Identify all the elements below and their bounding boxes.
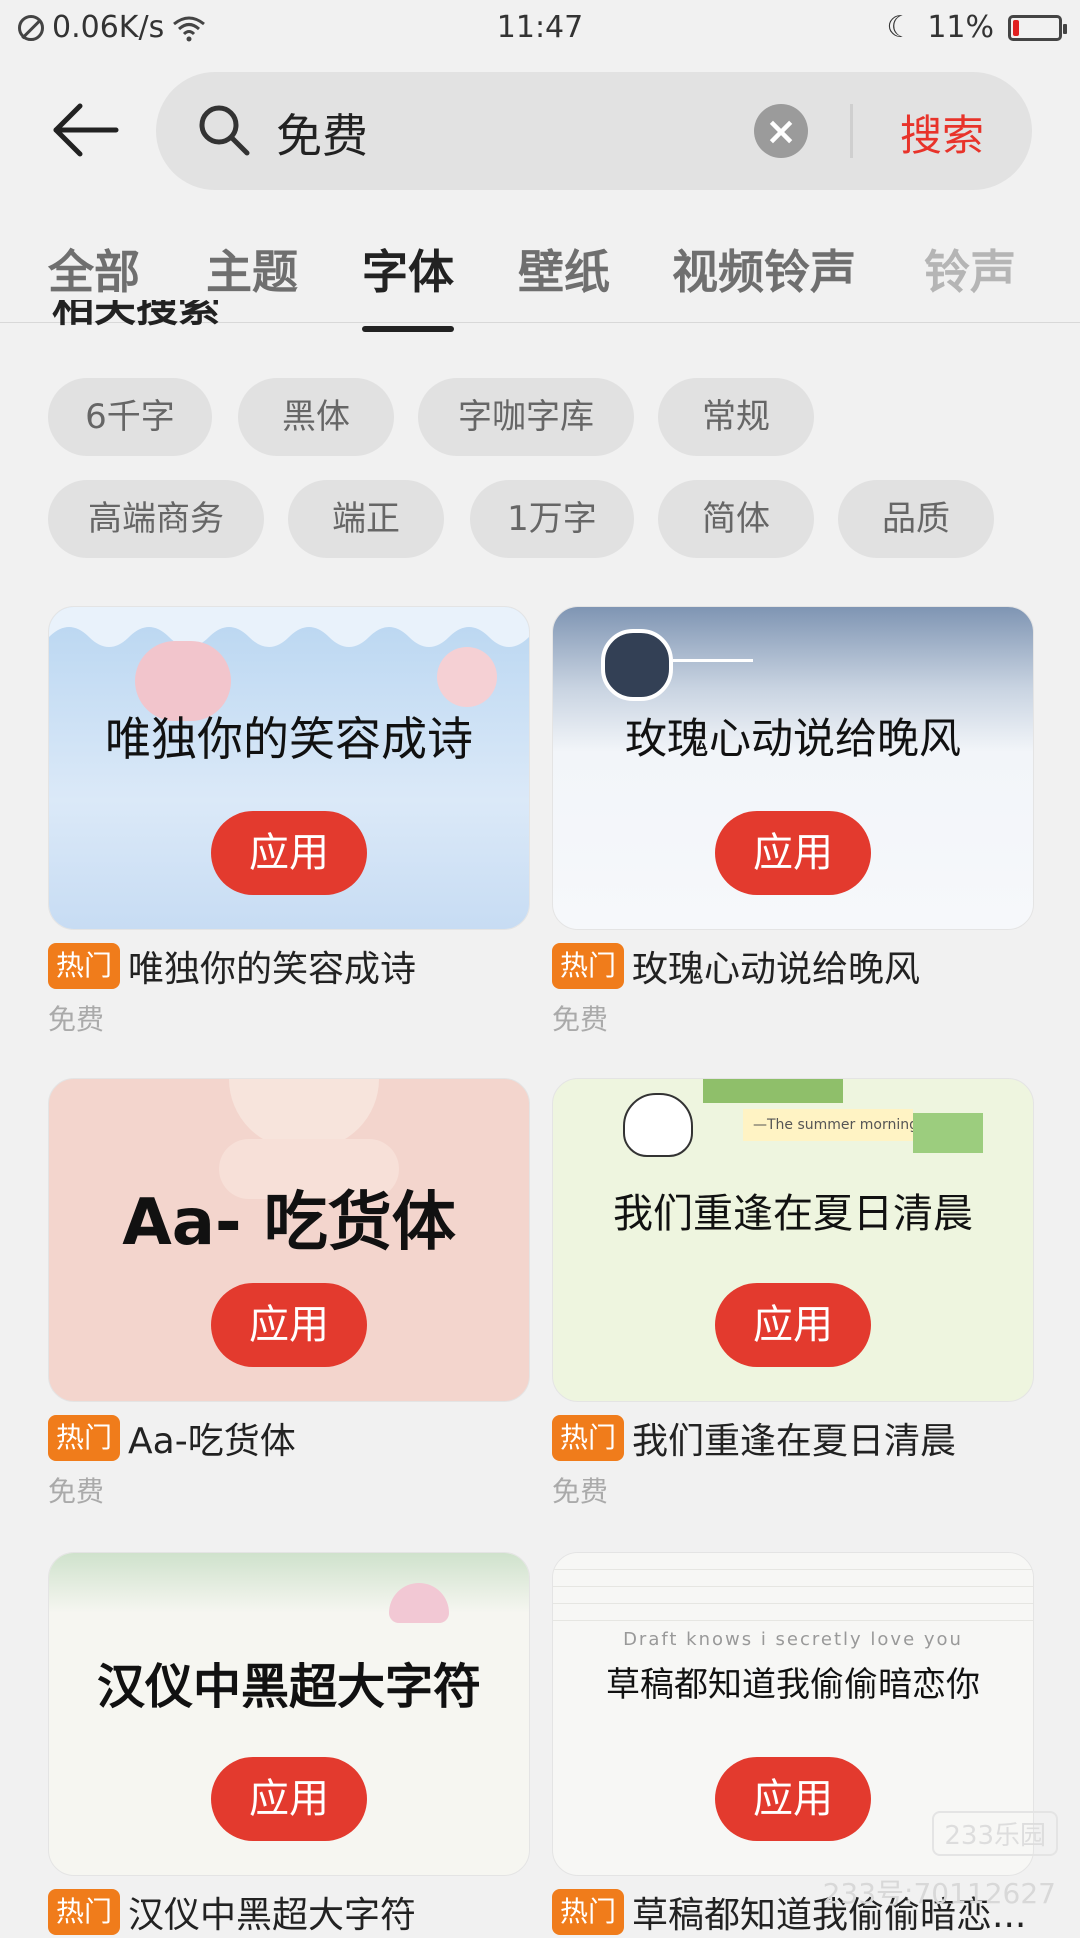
apply-button[interactable]: 应用 [211,1283,367,1367]
chip-business[interactable]: 高端商务 [48,480,264,558]
font-preview-text: Aa- 吃货体 [122,1186,456,1260]
draft-paper-image [553,1553,1033,1633]
chip-upright[interactable]: 端正 [288,480,444,558]
hot-badge: 热门 [48,943,121,989]
font-meta-4: 热门 我们重逢在夏日清晨 免费 [552,1412,1052,1510]
leaves-image [703,1079,843,1103]
search-button[interactable]: 搜索 [900,102,984,163]
apply-button[interactable]: 应用 [715,1283,871,1367]
moon-icon: ☾ [886,10,914,45]
font-card-3[interactable]: Aa- 吃货体 应用 [48,1078,530,1402]
font-name[interactable]: 汉仪中黑超大字符 [128,1886,416,1938]
chip-heiti[interactable]: 黑体 [238,378,394,456]
apply-button[interactable]: 应用 [715,811,871,895]
hot-badge: 热门 [48,1889,121,1935]
status-right: ☾ 11% [886,10,1067,45]
tab-video-ringtone[interactable]: 视频铃声 [672,236,856,302]
apply-button[interactable]: 应用 [211,1757,367,1841]
font-price: 免费 [552,1003,609,1036]
font-name[interactable]: 我们重逢在夏日清晨 [632,1412,956,1464]
font-price: 免费 [48,1475,105,1508]
active-tab-indicator [362,326,454,332]
font-meta-3: 热门 Aa-吃货体 免费 [48,1412,548,1510]
chip-quality[interactable]: 品质 [838,480,994,558]
clover-image [913,1113,983,1153]
chip-zika[interactable]: 字咖字库 [418,378,634,456]
font-name[interactable]: 玫瑰心动说给晚风 [632,940,920,992]
tab-ringtone[interactable]: 铃声 [924,236,1016,302]
related-search-heading: 相关搜索 [52,300,221,328]
battery-icon [1008,14,1067,41]
music-avatar [601,629,673,701]
font-card-1[interactable]: 唯独你的笑容成诗 应用 [48,606,530,930]
font-preview-text: 汉仪中黑超大字符 [96,1659,481,1715]
draft-subtitle: Draft knows i secretly love you [623,1629,963,1650]
hot-badge: 热门 [552,1415,625,1461]
font-meta-1: 热门 唯独你的笑容成诗 免费 [48,940,548,1038]
cat-image [623,1093,693,1157]
font-name[interactable]: 唯独你的笑容成诗 [128,940,416,992]
chip-regular[interactable]: 常规 [658,378,814,456]
hot-badge: 热门 [48,1415,121,1461]
tab-wallpaper[interactable]: 壁纸 [518,236,610,302]
chip-6k-chars[interactable]: 6千字 [48,378,212,456]
progress-line [673,659,753,662]
clear-icon[interactable]: × [754,104,808,158]
font-price: 免费 [48,1003,105,1036]
summer-morning-note: —The summer morning [743,1109,918,1141]
apply-button[interactable]: 应用 [211,811,367,895]
font-meta-5: 热门 汉仪中黑超大字符 [48,1886,548,1938]
watermark-logo: 233乐园 [932,1811,1058,1856]
battery-percent: 11% [927,10,994,45]
hot-badge: 热门 [552,943,625,989]
font-card-4[interactable]: —The summer morning 我们重逢在夏日清晨 应用 [552,1078,1034,1402]
hot-badge: 热门 [552,1889,625,1935]
chip-10k-chars[interactable]: 1万字 [470,480,634,558]
tab-all[interactable]: 全部 [48,236,140,302]
chip-simplified[interactable]: 简体 [658,480,814,558]
font-meta-2: 热门 玫瑰心动说给晚风 免费 [552,940,1052,1038]
search-divider [850,104,853,158]
font-preview-text: 唯独你的笑容成诗 [105,712,473,766]
font-preview-text: 草稿都知道我偷偷暗恋你 [606,1665,980,1705]
font-card-5[interactable]: 汉仪中黑超大字符 应用 [48,1552,530,1876]
font-name[interactable]: Aa-吃货体 [128,1412,296,1464]
font-preview-text: 玫瑰心动说给晚风 [624,714,961,763]
tab-theme[interactable]: 主题 [206,236,298,302]
font-card-2[interactable]: 玫瑰心动说给晚风 应用 [552,606,1034,930]
status-bar: 0.06K/s 11:47 ☾ 11% [0,0,1080,58]
bubble-image [437,647,497,707]
lotus-image [49,1553,529,1613]
font-price: 免费 [552,1475,609,1508]
search-bar[interactable]: 免费 × 搜索 [156,72,1032,190]
tab-font[interactable]: 字体 [362,236,454,332]
font-preview-text: 我们重逢在夏日清晨 [613,1191,973,1237]
apply-button[interactable]: 应用 [715,1757,871,1841]
back-arrow-icon[interactable] [50,100,120,160]
search-input[interactable]: 免费 [276,100,368,166]
search-icon [199,105,250,156]
watermark-id: 233号:70112627 [822,1877,1056,1910]
